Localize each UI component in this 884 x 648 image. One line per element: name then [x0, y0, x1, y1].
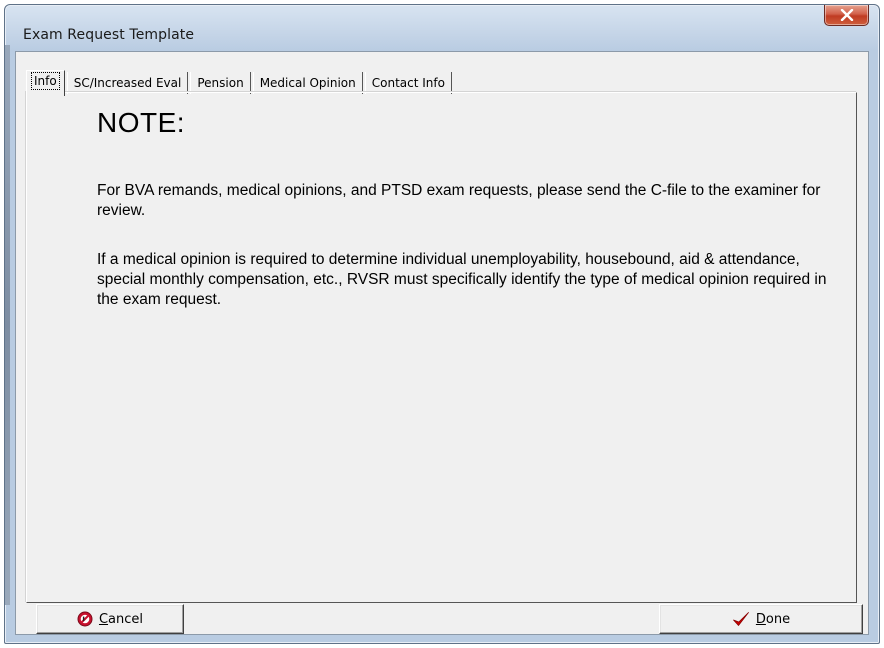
tab-info[interactable]: Info: [26, 70, 65, 96]
note-heading: NOTE:: [97, 107, 186, 138]
cancel-label-rest: ancel: [108, 611, 144, 627]
tab-info-label: Info: [31, 72, 60, 90]
checkmark-icon: [732, 611, 750, 627]
window-left-edge: [5, 45, 10, 605]
tab-pension-label: Pension: [197, 76, 244, 90]
cancel-icon: [77, 611, 93, 627]
note-paragraph-cfile: For BVA remands, medical opinions, and P…: [97, 182, 821, 219]
tab-contact-info-label: Contact Info: [371, 76, 445, 90]
close-button[interactable]: [824, 5, 869, 26]
done-label-rest: one: [765, 611, 791, 627]
tab-sc-increased-eval-label: SC/Increased Eval: [73, 76, 182, 90]
cancel-button-label: Cancel: [99, 612, 143, 627]
done-mnemonic: D: [755, 611, 766, 627]
done-button[interactable]: Done: [659, 604, 863, 634]
cancel-mnemonic: C: [98, 611, 109, 627]
dialog-client-area: Info SC/Increased Eval Pension Medical O…: [15, 51, 869, 635]
tab-medical-opinion[interactable]: Medical Opinion: [252, 72, 363, 94]
window-title: Exam Request Template: [23, 27, 195, 43]
tab-strip: Info SC/Increased Eval Pension Medical O…: [26, 66, 454, 96]
exam-request-window: Exam Request Template Info SC/Increased …: [4, 4, 880, 644]
tab-contact-info[interactable]: Contact Info: [364, 72, 452, 94]
note-paragraph-medical-opinion: If a medical opinion is required to dete…: [97, 251, 827, 308]
tab-medical-opinion-label: Medical Opinion: [259, 76, 356, 90]
tab-pension[interactable]: Pension: [190, 72, 251, 94]
done-button-label: Done: [756, 612, 790, 627]
cancel-button[interactable]: Cancel: [36, 604, 184, 634]
close-icon: [840, 9, 853, 21]
title-bar[interactable]: Exam Request Template: [5, 5, 879, 55]
info-tab-panel: NOTE: For BVA remands, medical opinions,…: [26, 92, 857, 603]
tab-sc-increased-eval[interactable]: SC/Increased Eval: [66, 72, 189, 94]
